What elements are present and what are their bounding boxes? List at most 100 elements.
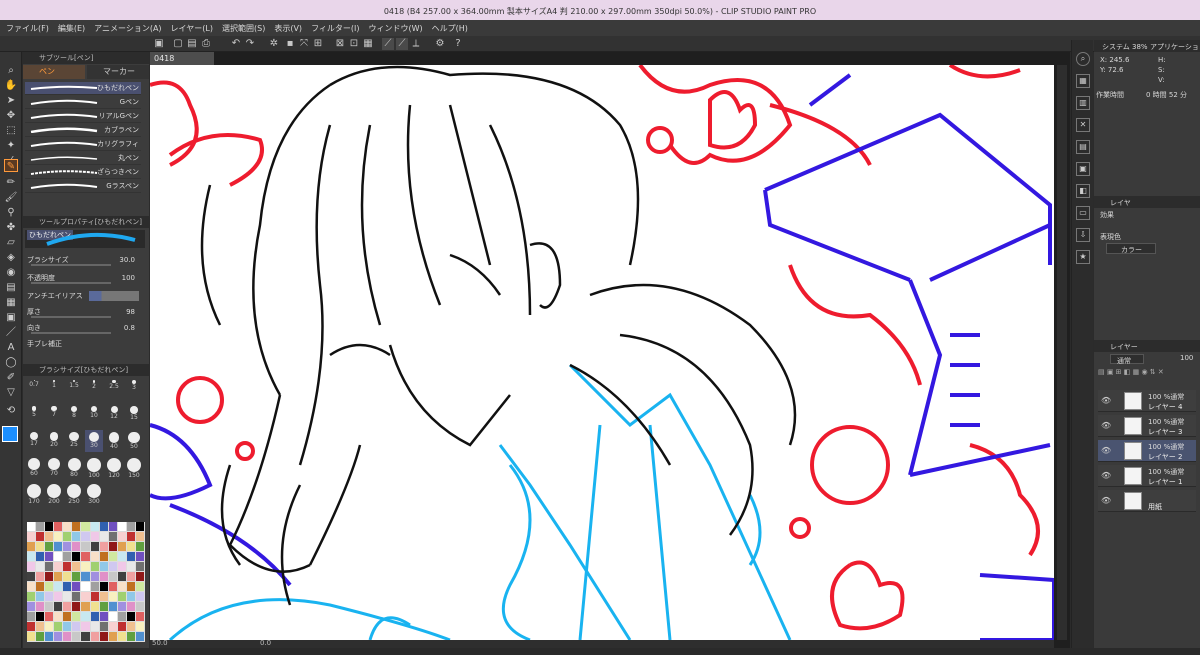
brush-size-option[interactable]: 3 bbox=[125, 378, 143, 400]
brush-size-option[interactable]: 40 bbox=[105, 430, 123, 452]
palette-swatch[interactable] bbox=[90, 602, 99, 611]
palette-swatch[interactable] bbox=[126, 552, 135, 561]
palette-swatch[interactable] bbox=[117, 622, 126, 631]
brush-item-kabura[interactable]: カブラペン bbox=[25, 124, 141, 137]
palette-swatch[interactable] bbox=[90, 612, 99, 621]
gradient-icon[interactable]: ▤ bbox=[4, 281, 18, 294]
layer-row[interactable]: 👁 用紙 bbox=[1098, 490, 1196, 512]
palette-swatch[interactable] bbox=[54, 542, 63, 551]
palette-swatch[interactable] bbox=[36, 522, 45, 531]
palette-swatch[interactable] bbox=[135, 532, 144, 541]
palette-swatch[interactable] bbox=[117, 602, 126, 611]
palette-swatch[interactable] bbox=[81, 612, 90, 621]
palette-swatch[interactable] bbox=[36, 582, 45, 591]
palette-swatch[interactable] bbox=[99, 572, 108, 581]
clear-icon[interactable]: ✲ bbox=[268, 38, 280, 50]
palette-swatch[interactable] bbox=[108, 632, 117, 641]
palette-swatch[interactable] bbox=[36, 602, 45, 611]
text-tool-icon[interactable]: A bbox=[4, 341, 18, 354]
brush-size-option[interactable]: 5 bbox=[25, 404, 43, 426]
palette-swatch[interactable] bbox=[36, 552, 45, 561]
palette-swatch[interactable] bbox=[27, 632, 36, 641]
palette-swatch[interactable] bbox=[117, 612, 126, 621]
document-tab[interactable]: 0418 bbox=[150, 52, 214, 65]
brush-item-g[interactable]: Gペン bbox=[25, 96, 141, 109]
brush-size-option[interactable]: 300 bbox=[85, 482, 103, 505]
palette-swatch[interactable] bbox=[135, 572, 144, 581]
palette-swatch[interactable] bbox=[36, 622, 45, 631]
brush-size-option[interactable]: 80 bbox=[65, 456, 83, 478]
palette-swatch[interactable] bbox=[126, 522, 135, 531]
palette-swatch[interactable] bbox=[63, 522, 72, 531]
palette-swatch[interactable] bbox=[81, 622, 90, 631]
menu-edit[interactable]: 編集(E) bbox=[58, 23, 85, 34]
palette-swatch[interactable] bbox=[54, 552, 63, 561]
brush-tool-icon[interactable]: 🖌 bbox=[4, 191, 18, 204]
blend-mode-select[interactable]: 通常 bbox=[1110, 354, 1144, 365]
menu-window[interactable]: ウィンドウ(W) bbox=[369, 23, 423, 34]
palette-swatch[interactable] bbox=[81, 582, 90, 591]
palette-swatch[interactable] bbox=[99, 562, 108, 571]
history-icon[interactable]: ▤ bbox=[1076, 140, 1090, 154]
settings-icon[interactable]: ⚙ bbox=[434, 38, 446, 50]
figure-icon[interactable]: ▦ bbox=[4, 296, 18, 309]
palette-swatch[interactable] bbox=[126, 592, 135, 601]
main-color-swatch[interactable] bbox=[2, 426, 18, 442]
palette-swatch[interactable] bbox=[54, 592, 63, 601]
snap-grid-icon[interactable]: ⟂ bbox=[410, 38, 422, 50]
palette-swatch[interactable] bbox=[117, 562, 126, 571]
brush-size-option[interactable]: 2 bbox=[85, 378, 103, 400]
eye-icon[interactable]: 👁 bbox=[1101, 421, 1111, 430]
palette-swatch[interactable] bbox=[126, 582, 135, 591]
palette-swatch[interactable] bbox=[27, 522, 36, 531]
palette-swatch[interactable] bbox=[72, 612, 81, 621]
palette-swatch[interactable] bbox=[99, 552, 108, 561]
brush-size-option[interactable]: 12 bbox=[105, 404, 123, 426]
palette-swatch[interactable] bbox=[90, 522, 99, 531]
pencil-tool-icon[interactable]: ✏ bbox=[4, 176, 18, 189]
palette-swatch[interactable] bbox=[45, 582, 54, 591]
palette-swatch[interactable] bbox=[36, 592, 45, 601]
prop-stabilization[interactable]: 手ブレ補正 bbox=[27, 338, 143, 350]
eye-icon[interactable]: 👁 bbox=[1101, 496, 1111, 505]
palette-swatch[interactable] bbox=[36, 562, 45, 571]
layer-row[interactable]: 👁 100 %通常 レイヤー 1 bbox=[1098, 465, 1196, 487]
brush-size-option[interactable]: 120 bbox=[105, 456, 123, 479]
palette-swatch[interactable] bbox=[45, 632, 54, 641]
palette-swatch[interactable] bbox=[90, 592, 99, 601]
palette-swatch[interactable] bbox=[126, 532, 135, 541]
palette-swatch[interactable] bbox=[27, 572, 36, 581]
palette-swatch[interactable] bbox=[27, 552, 36, 561]
palette-swatch[interactable] bbox=[108, 592, 117, 601]
palette-swatch[interactable] bbox=[81, 532, 90, 541]
rotate-icon[interactable]: ⟲ bbox=[4, 404, 18, 417]
palette-swatch[interactable] bbox=[54, 622, 63, 631]
brush-item-calligraphy[interactable]: カリグラフィ bbox=[25, 138, 141, 151]
palette-swatch[interactable] bbox=[81, 542, 90, 551]
undo-icon[interactable]: ↶ bbox=[230, 38, 242, 50]
palette-swatch[interactable] bbox=[54, 562, 63, 571]
frame-icon[interactable]: ▣ bbox=[4, 311, 18, 324]
star-icon[interactable]: ★ bbox=[1076, 250, 1090, 264]
airbrush-icon[interactable]: ⚲ bbox=[4, 206, 18, 219]
palette-swatch[interactable] bbox=[54, 602, 63, 611]
palette-swatch[interactable] bbox=[36, 532, 45, 541]
menu-filter[interactable]: フィルター(I) bbox=[311, 23, 359, 34]
palette-swatch[interactable] bbox=[126, 562, 135, 571]
palette-swatch[interactable] bbox=[108, 622, 117, 631]
palette-swatch[interactable] bbox=[108, 602, 117, 611]
blend-tool-icon[interactable]: ◈ bbox=[4, 251, 18, 264]
brush-size-option[interactable]: 25 bbox=[65, 430, 83, 452]
folder-icon[interactable]: ▭ bbox=[1076, 206, 1090, 220]
tab-pen[interactable]: ペン bbox=[23, 65, 85, 79]
palette-swatch[interactable] bbox=[99, 602, 108, 611]
palette-swatch[interactable] bbox=[63, 562, 72, 571]
brush-size-option[interactable]: 20 bbox=[45, 430, 63, 452]
palette-swatch[interactable] bbox=[135, 632, 144, 641]
save-icon[interactable]: ⎙ bbox=[200, 38, 212, 50]
brush-size-option[interactable]: 15 bbox=[125, 404, 143, 426]
palette-swatch[interactable] bbox=[90, 542, 99, 551]
brush-size-option[interactable]: 17 bbox=[25, 430, 43, 452]
palette-swatch[interactable] bbox=[117, 592, 126, 601]
palette-swatch[interactable] bbox=[72, 532, 81, 541]
